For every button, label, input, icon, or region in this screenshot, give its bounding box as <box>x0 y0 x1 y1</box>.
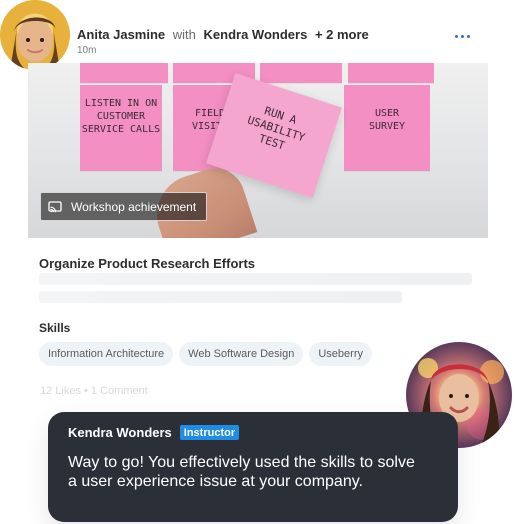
sticky-note-text: LISTEN IN ON <box>84 98 158 109</box>
sticky-note-text: USER <box>374 108 400 119</box>
sticky-note-text: CUSTOMER <box>96 111 146 122</box>
sticky-note <box>80 63 168 83</box>
sticky-note <box>260 63 342 83</box>
description-line <box>39 291 402 303</box>
instructor-comment: Kendra Wonders Instructor Way to go! You… <box>48 412 458 522</box>
instructor-badge: Instructor <box>179 425 240 440</box>
skill-pill[interactable]: Web Software Design <box>179 342 304 366</box>
skills-list: Information Architecture Web Software De… <box>39 342 372 366</box>
cast-icon <box>47 199 63 215</box>
post-coauthor[interactable]: Kendra Wonders <box>204 27 308 42</box>
skill-pill[interactable]: Useberry <box>309 342 372 366</box>
sticky-note-text: SURVEY <box>368 121 406 132</box>
post-time: 10m <box>77 45 97 56</box>
more-options-icon[interactable] <box>452 31 472 41</box>
sticky-note-customer-service: LISTEN IN ON CUSTOMER SERVICE CALLS <box>80 85 162 171</box>
post-author[interactable]: Anita Jasmine <box>77 27 165 42</box>
post-header: Anita Jasmine with Kendra Wonders + 2 mo… <box>77 27 476 57</box>
comment-author[interactable]: Kendra Wonders <box>68 425 172 440</box>
post-with: with <box>172 27 196 42</box>
author-avatar[interactable] <box>0 0 70 70</box>
course-title[interactable]: Organize Product Research Efforts <box>39 256 255 271</box>
comment-text: Way to go! You effectively used the skil… <box>68 454 415 490</box>
skills-label: Skills <box>39 321 71 335</box>
sticky-note-user-survey: USER SURVEY <box>344 85 430 171</box>
sticky-note-text: SERVICE CALLS <box>81 124 161 135</box>
sticky-note <box>348 63 434 83</box>
skill-pill[interactable]: Information Architecture <box>39 342 174 366</box>
engagement-stats[interactable]: 12 Likes • 1 Comment <box>40 385 148 397</box>
comment-header: Kendra Wonders Instructor <box>68 425 240 440</box>
workshop-achievement-label: Workshop achievement <box>71 199 197 214</box>
workshop-achievement-badge: Workshop achievement <box>40 192 208 221</box>
post-image[interactable]: LISTEN IN ON CUSTOMER SERVICE CALLS FIEL… <box>28 63 488 238</box>
post-more-people[interactable]: + 2 more <box>315 27 369 42</box>
description-line <box>39 273 472 285</box>
